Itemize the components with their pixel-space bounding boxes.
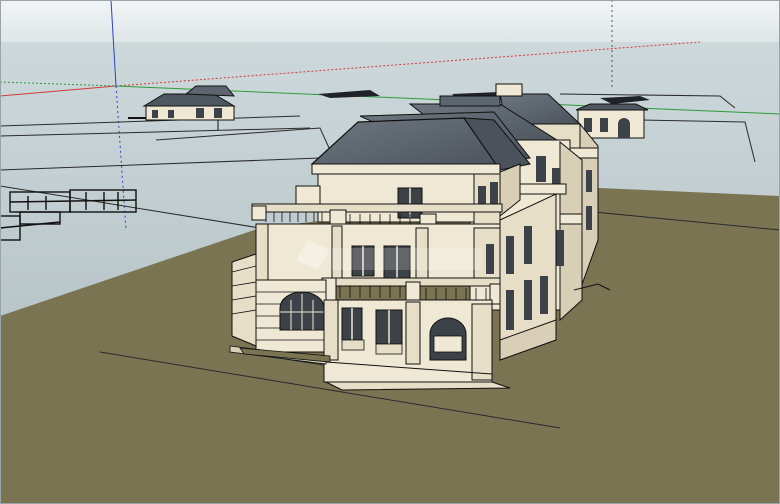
model-canvas[interactable] <box>0 0 780 504</box>
sketchup-viewport[interactable] <box>0 0 780 504</box>
sky <box>0 0 780 42</box>
